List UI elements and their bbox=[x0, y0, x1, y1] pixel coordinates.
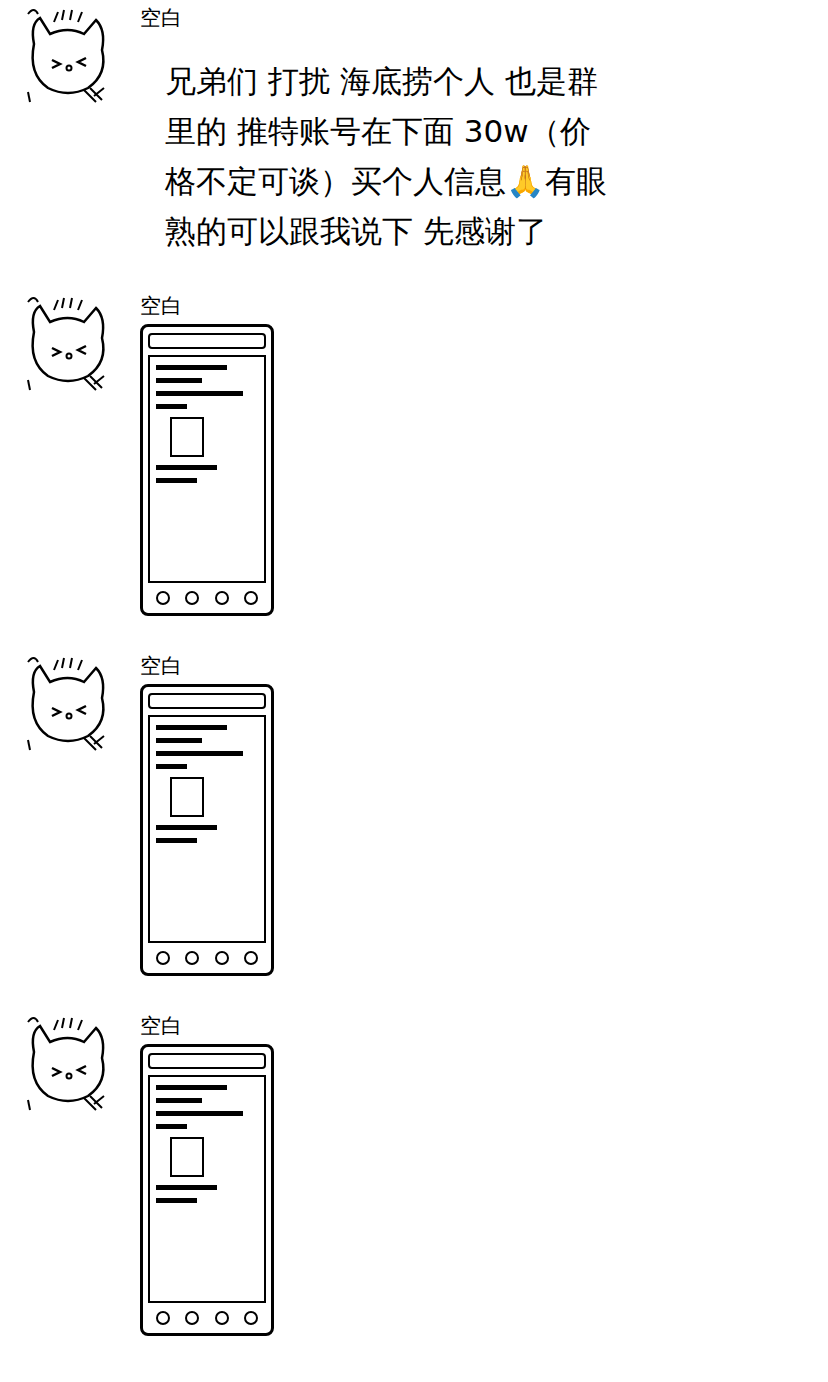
sender-name[interactable]: 空白 bbox=[140, 652, 274, 680]
cat-avatar-icon[interactable] bbox=[24, 1012, 112, 1112]
message-row: 空白 bbox=[0, 292, 828, 616]
thumbnail-screen bbox=[148, 715, 266, 943]
screenshot-thumbnail[interactable] bbox=[140, 324, 274, 616]
thumbnail-top-bar bbox=[148, 333, 266, 349]
thumbnail-top-bar bbox=[148, 693, 266, 709]
sender-name[interactable]: 空白 bbox=[140, 292, 274, 320]
message-body: 空白兄弟们 打扰 海底捞个人 也是群里的 推特账号在下面 30w（价格不定可谈）… bbox=[140, 4, 607, 256]
thumbnail-nav bbox=[148, 1309, 266, 1327]
screenshot-thumbnail[interactable] bbox=[140, 1044, 274, 1336]
text-line: 格不定可谈）买个人信息🙏有眼 bbox=[165, 156, 607, 206]
screenshot-thumbnail[interactable] bbox=[140, 684, 274, 976]
thumbnail-nav bbox=[148, 949, 266, 967]
message-row: 空白兄弟们 打扰 海底捞个人 也是群里的 推特账号在下面 30w（价格不定可谈）… bbox=[0, 4, 828, 256]
sender-name[interactable]: 空白 bbox=[140, 1012, 274, 1040]
cat-avatar-icon[interactable] bbox=[24, 292, 112, 392]
message-body: 空白 bbox=[140, 292, 274, 616]
message-row: 空白 bbox=[0, 652, 828, 976]
text-line: 熟的可以跟我说下 先感谢了 bbox=[165, 206, 607, 256]
text-line: 里的 推特账号在下面 30w（价 bbox=[165, 106, 607, 156]
sender-name[interactable]: 空白 bbox=[140, 4, 607, 32]
message-body: 空白 bbox=[140, 652, 274, 976]
message-body: 空白 bbox=[140, 1012, 274, 1336]
cat-avatar-icon[interactable] bbox=[24, 4, 112, 104]
thumbnail-screen bbox=[148, 355, 266, 583]
message-row: 空白 bbox=[0, 1012, 828, 1336]
chat-page: 空白兄弟们 打扰 海底捞个人 也是群里的 推特账号在下面 30w（价格不定可谈）… bbox=[0, 0, 828, 1382]
thumbnail-screen bbox=[148, 1075, 266, 1303]
thumbnail-nav bbox=[148, 589, 266, 607]
message-text[interactable]: 兄弟们 打扰 海底捞个人 也是群里的 推特账号在下面 30w（价格不定可谈）买个… bbox=[140, 36, 607, 256]
thumbnail-top-bar bbox=[148, 1053, 266, 1069]
cat-avatar-icon[interactable] bbox=[24, 652, 112, 752]
text-line: 兄弟们 打扰 海底捞个人 也是群 bbox=[165, 56, 607, 106]
